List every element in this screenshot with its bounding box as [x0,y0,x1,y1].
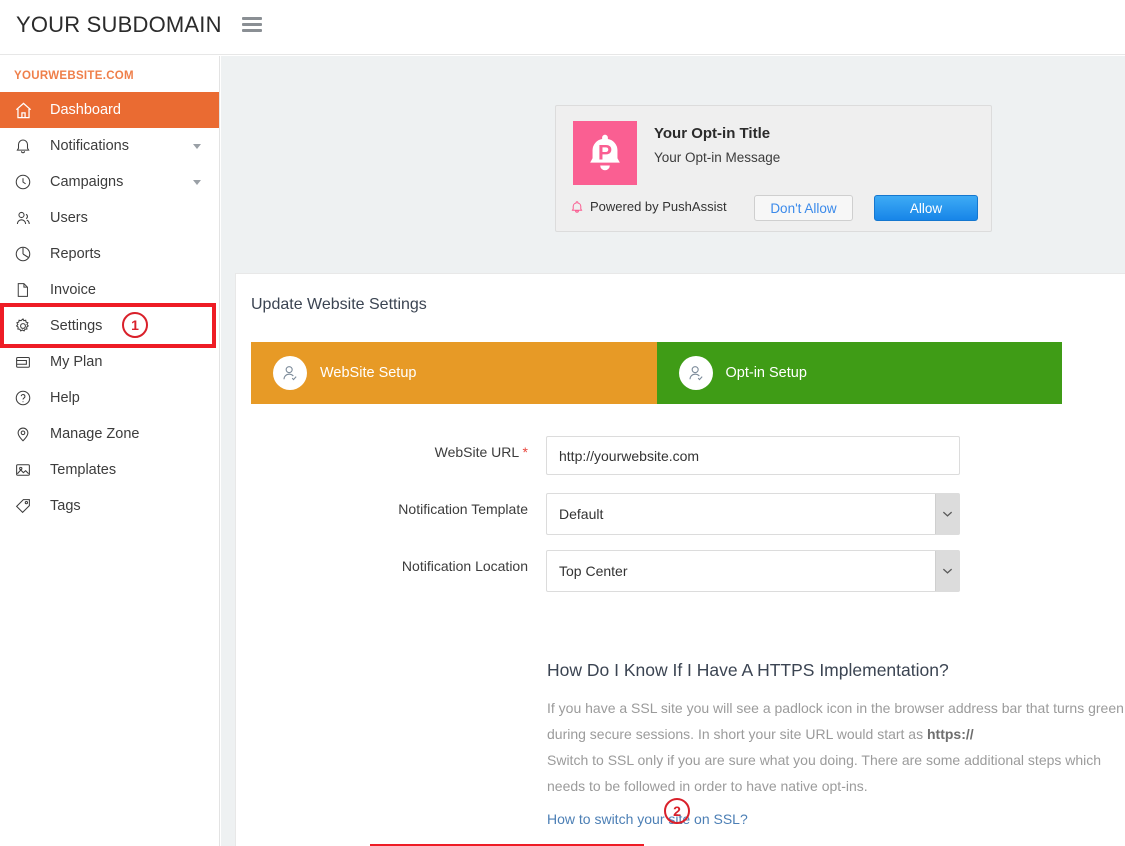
sidebar-item-tags[interactable]: Tags [0,488,219,524]
setup-tabs: WebSite Setup Opt-in Setup [251,342,1062,404]
sidebar-item-label: Invoice [50,282,96,298]
notification-location-select[interactable]: Top Center [546,550,960,592]
sidebar-item-templates[interactable]: Templates [0,452,219,488]
wallet-icon [14,351,40,373]
chevron-down-icon[interactable] [935,551,959,591]
sidebar-item-label: Settings [50,318,103,334]
https-protocol-text: https:// [926,726,974,742]
bell-icon [14,135,40,157]
svg-text:P: P [598,142,612,165]
website-url-input[interactable] [546,436,960,475]
https-info-block: How Do I Know If I Have A HTTPS Implemen… [547,660,1125,829]
tab-website-setup[interactable]: WebSite Setup [251,342,657,404]
website-url-row: WebSite URL * [266,436,960,475]
notification-template-select[interactable]: Default [546,493,960,535]
optin-preview: P Your Opt-in Title Your Opt-in Message … [555,105,992,232]
chevron-down-icon[interactable] [193,180,201,185]
chevron-down-icon[interactable] [935,494,959,534]
powered-by-label: Powered by PushAssist [590,199,727,214]
chevron-down-icon[interactable] [193,144,201,149]
sidebar-item-label: My Plan [50,354,103,370]
page-title: YOUR SUBDOMAIN [16,12,222,37]
notification-location-row: Notification Location Top Center [266,550,960,592]
sidebar-item-label: Manage Zone [50,426,140,442]
annotation-badge-1: 1 [122,312,148,338]
https-paragraph-1: If you have a SSL site you will see a pa… [547,695,1125,747]
clock-icon [14,171,40,193]
sidebar-item-label: Campaigns [50,174,124,190]
location-icon [14,423,40,445]
sidebar-item-manage-zone[interactable]: Manage Zone [0,416,219,452]
sidebar-item-my-plan[interactable]: My Plan [0,344,219,380]
powered-by-row: Powered by PushAssist [570,199,727,214]
pie-chart-icon [14,243,40,265]
tag-icon [14,495,40,517]
tab-label: WebSite Setup [320,365,417,381]
sidebar-item-label: Notifications [50,138,129,154]
sidebar-item-label: Tags [50,498,81,514]
sidebar-item-help[interactable]: Help [0,380,219,416]
sidebar-item-dashboard[interactable]: Dashboard [0,92,219,128]
https-paragraph-1-text: If you have a SSL site you will see a pa… [547,700,1124,742]
notification-location-value[interactable]: Top Center [546,550,960,592]
https-paragraph-2: Switch to SSL only if you are sure what … [547,752,1102,794]
website-url-label: WebSite URL * [434,444,528,460]
switch-site-ssl-link[interactable]: How to switch your site on SSL? [547,811,748,827]
home-icon [14,99,40,121]
notification-template-label: Notification Template [398,501,528,517]
sidebar-item-label: Reports [50,246,101,262]
hamburger-icon[interactable] [242,17,262,33]
required-marker: * [522,444,528,460]
dont-allow-button[interactable]: Don't Allow [754,195,853,221]
gear-icon [14,315,40,337]
sidebar-item-reports[interactable]: Reports [0,236,219,272]
image-icon [14,459,40,481]
sidebar-site-label: YOURWEBSITE.COM [14,70,134,82]
optin-preview-title: Your Opt-in Title [654,125,771,142]
user-check-icon [678,356,713,390]
settings-card: Update Website Settings WebSite Setup Op… [235,273,1125,846]
card-title: Update Website Settings [251,296,427,313]
main-content: P Your Opt-in Title Your Opt-in Message … [221,56,1125,846]
sidebar: YOURWEBSITE.COM Dashboard Notifications … [0,56,220,846]
tab-label: Opt-in Setup [725,365,807,381]
sidebar-item-settings[interactable]: Settings [0,308,219,344]
notification-template-value[interactable]: Default [546,493,960,535]
sidebar-item-label: Dashboard [50,102,121,118]
optin-preview-message: Your Opt-in Message [654,150,781,165]
users-icon [14,207,40,229]
sidebar-item-notifications[interactable]: Notifications [0,128,219,164]
document-icon [14,279,40,301]
question-icon [14,387,40,409]
https-heading: How Do I Know If I Have A HTTPS Implemen… [547,660,949,680]
sidebar-item-label: Users [50,210,88,226]
pushassist-small-bell-icon [570,200,584,214]
tab-optin-setup[interactable]: Opt-in Setup [656,342,1062,404]
top-header-bar: YOUR SUBDOMAIN [0,0,1125,55]
pushassist-bell-logo-icon: P [573,121,637,185]
sidebar-item-campaigns[interactable]: Campaigns [0,164,219,200]
sidebar-item-users[interactable]: Users [0,200,219,236]
annotation-badge-2: 2 [664,798,690,824]
sidebar-item-label: Help [50,390,80,406]
notification-location-label: Notification Location [401,558,528,574]
allow-button[interactable]: Allow [874,195,978,221]
notification-template-row: Notification Template Default [266,493,960,535]
sidebar-item-invoice[interactable]: Invoice [0,272,219,308]
user-check-icon [273,356,307,390]
sidebar-item-label: Templates [50,462,117,478]
